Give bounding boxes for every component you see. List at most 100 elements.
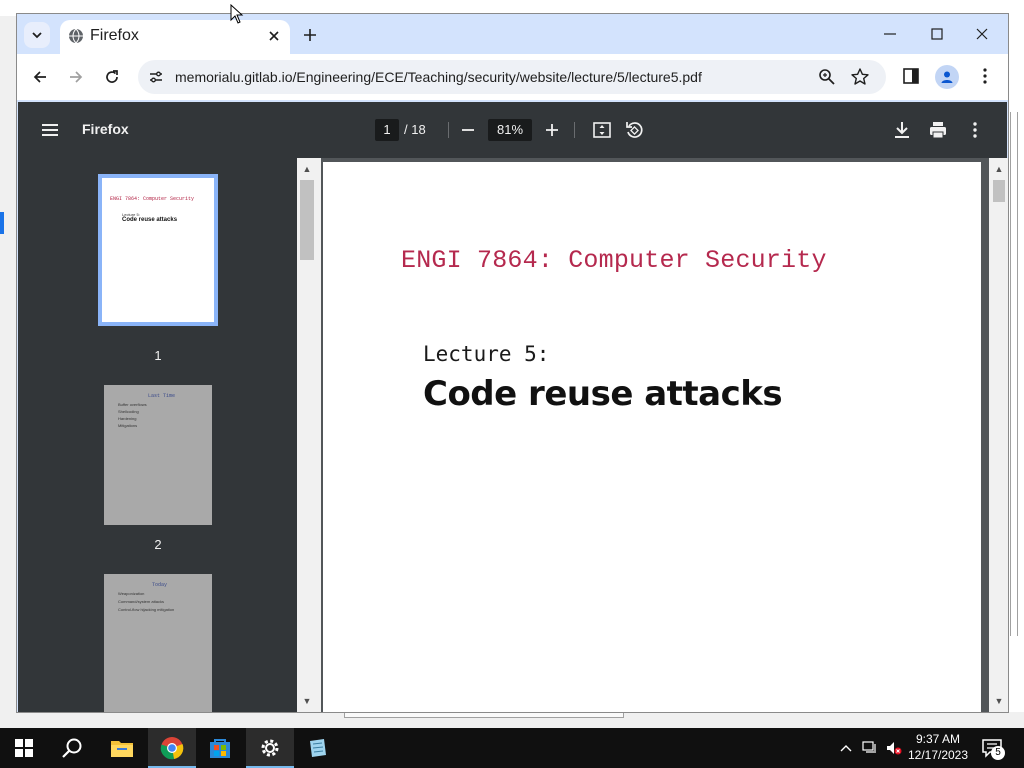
search-button[interactable] xyxy=(48,728,96,768)
plus-icon xyxy=(304,29,316,41)
more-options-icon[interactable] xyxy=(965,120,985,140)
chevron-up-icon[interactable] xyxy=(838,740,854,756)
side-panel-icon[interactable] xyxy=(901,66,921,86)
document-heading: ENGI 7864: Computer Security xyxy=(401,246,827,275)
pdf-title: Firefox xyxy=(82,121,129,137)
search-icon xyxy=(62,738,82,758)
app-icon xyxy=(310,739,326,757)
url-text: memorialu.gitlab.io/Engineering/ECE/Teac… xyxy=(175,69,702,85)
content-scrollbar[interactable]: ▲ ▼ xyxy=(989,158,1008,712)
maximize-button[interactable] xyxy=(922,22,952,46)
pdf-page: ENGI 7864: Computer Security Lecture 5: … xyxy=(323,162,981,712)
print-icon[interactable] xyxy=(928,120,948,140)
mouse-cursor-icon xyxy=(230,4,244,24)
windows-logo-icon xyxy=(15,739,33,757)
thumbnail-line: Hardening xyxy=(118,416,137,421)
scroll-up-arrow[interactable]: ▲ xyxy=(300,162,314,176)
toolbar-divider xyxy=(574,122,575,138)
avatar-icon xyxy=(941,71,953,83)
thumbnail-line: Mitigations xyxy=(118,423,138,428)
background-accent xyxy=(0,212,4,234)
page-number-input[interactable]: 1 xyxy=(375,119,399,141)
start-button[interactable] xyxy=(0,728,48,768)
document-title: Code reuse attacks xyxy=(423,374,783,414)
thumbnail-title: Code reuse attacks xyxy=(122,217,178,223)
browser-toolbar: memorialu.gitlab.io/Engineering/ECE/Teac… xyxy=(17,54,1008,100)
pdf-toolbar: Firefox 1 / 18 81% xyxy=(18,102,1007,158)
thumbnail-label: 2 xyxy=(154,537,162,552)
thumbnail-heading: Today xyxy=(152,582,168,588)
toolbar-divider xyxy=(448,122,449,138)
app-taskbar-button[interactable] xyxy=(294,728,342,768)
hamburger-menu-icon[interactable] xyxy=(40,120,60,140)
thumbnail-heading: Last Time xyxy=(148,393,176,399)
thumbnail-page-2[interactable]: Last Time Buffer overflows Shellcoding H… xyxy=(104,385,212,525)
thumbnail-label: 1 xyxy=(154,348,162,363)
arrow-right-icon xyxy=(70,71,83,83)
folder-icon xyxy=(111,741,133,757)
background-horizontal-scrollbar xyxy=(344,712,624,718)
zoom-in-icon[interactable] xyxy=(542,120,562,140)
sidebar-scrollbar[interactable]: ▲ ▼ xyxy=(297,158,321,712)
thumbnail-line: Weaponization xyxy=(118,591,145,596)
settings-taskbar-button[interactable] xyxy=(246,728,294,768)
chrome-icon xyxy=(160,737,184,760)
tab-search-button[interactable] xyxy=(24,22,50,48)
clock-time: 9:37 AM xyxy=(915,732,961,746)
browser-window: Firefox memorialu.gitlab.io/Engineering/… xyxy=(17,14,1008,712)
page-total: / 18 xyxy=(404,122,426,137)
address-bar[interactable]: memorialu.gitlab.io/Engineering/ECE/Teac… xyxy=(138,60,886,94)
scrollbar-thumb[interactable] xyxy=(993,180,1005,202)
thumbnail-line: Buffer overflows xyxy=(118,402,147,407)
site-info-icon[interactable] xyxy=(148,69,164,85)
scrollbar-thumb[interactable] xyxy=(300,180,314,260)
thumbnail-line: Shellcoding xyxy=(118,409,139,414)
network-icon[interactable] xyxy=(862,740,878,756)
fit-page-icon[interactable] xyxy=(592,120,612,140)
gear-icon xyxy=(261,739,279,757)
thumbnail-heading: ENGI 7864: Computer Security xyxy=(110,196,195,202)
minimize-button[interactable] xyxy=(875,22,905,46)
zoom-icon[interactable] xyxy=(818,68,836,86)
pdf-content-area: ENGI 7864: Computer Security Lecture 5: … xyxy=(321,158,1008,712)
store-button[interactable] xyxy=(196,728,244,768)
rotate-icon[interactable] xyxy=(624,120,644,140)
arrow-left-icon xyxy=(33,71,46,83)
document-lecture: Lecture 5: xyxy=(423,342,550,366)
tab-close-button[interactable] xyxy=(266,28,282,44)
background-scrollbar xyxy=(1010,112,1018,636)
chevron-down-icon xyxy=(32,32,42,39)
chrome-taskbar-button[interactable] xyxy=(148,728,196,768)
browser-menu-icon[interactable] xyxy=(975,66,995,86)
clock-date: 12/17/2023 xyxy=(907,748,969,762)
reload-icon xyxy=(106,70,118,83)
tab-active[interactable]: Firefox xyxy=(60,20,290,54)
file-explorer-button[interactable] xyxy=(98,728,146,768)
bookmark-star-icon[interactable] xyxy=(850,67,870,87)
zoom-level-input[interactable]: 81% xyxy=(488,119,532,141)
forward-button[interactable] xyxy=(64,65,88,89)
thumbnail-page-1[interactable]: ENGI 7864: Computer Security Lecture 5: … xyxy=(102,178,214,322)
scroll-down-arrow[interactable]: ▼ xyxy=(992,694,1006,708)
window-close-button[interactable] xyxy=(967,22,997,46)
volume-muted-icon[interactable] xyxy=(886,740,902,756)
zoom-out-icon[interactable] xyxy=(458,120,478,140)
reload-button[interactable] xyxy=(100,65,124,89)
scroll-up-arrow[interactable]: ▲ xyxy=(992,162,1006,176)
thumbnail-line: Command/system attacks xyxy=(118,599,165,604)
scroll-down-arrow[interactable]: ▼ xyxy=(300,694,314,708)
back-button[interactable] xyxy=(28,65,52,89)
thumbnail-page-3[interactable]: Today Weaponization Command/system attac… xyxy=(104,574,212,712)
taskbar: 9:37 AM 12/17/2023 5 xyxy=(0,728,1024,768)
close-icon xyxy=(269,31,279,41)
download-icon[interactable] xyxy=(892,120,912,140)
thumbnail-line: Control-flow hijacking mitigation xyxy=(118,607,175,612)
store-icon xyxy=(210,739,230,758)
taskbar-clock[interactable]: 9:37 AM 12/17/2023 xyxy=(906,731,970,763)
notification-count-badge: 5 xyxy=(991,746,1005,760)
new-tab-button[interactable] xyxy=(299,24,321,46)
thumbnail-sidebar: ENGI 7864: Computer Security Lecture 5: … xyxy=(18,158,297,712)
profile-button[interactable] xyxy=(935,65,959,89)
tab-strip: Firefox xyxy=(17,14,1008,54)
tab-title: Firefox xyxy=(90,27,139,44)
